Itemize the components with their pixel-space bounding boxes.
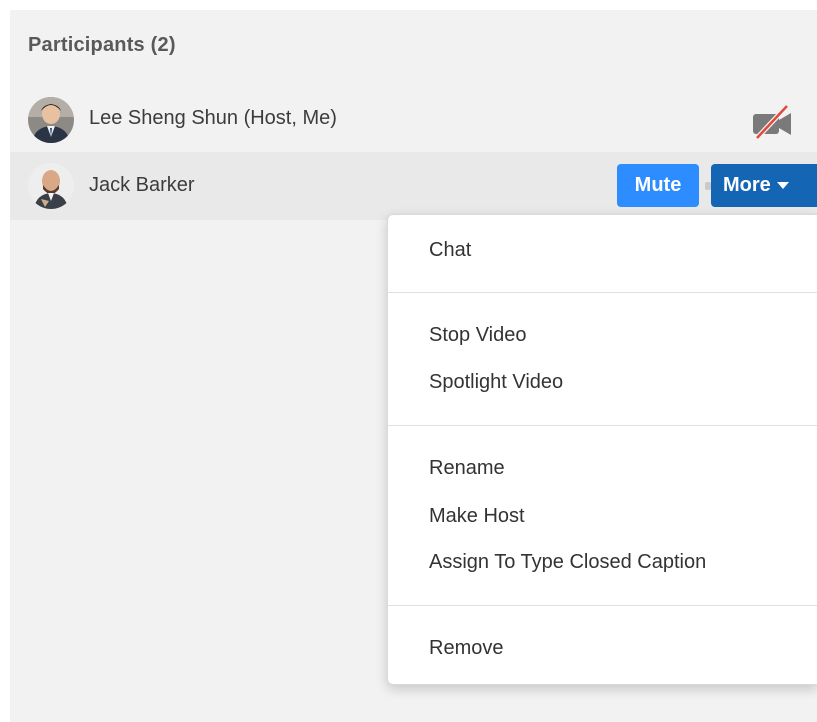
menu-item-rename[interactable]: Rename	[429, 457, 505, 480]
menu-item-make-host[interactable]: Make Host	[429, 505, 525, 528]
menu-divider	[388, 605, 817, 606]
participant-name: Lee Sheng Shun (Host, Me)	[89, 107, 337, 129]
menu-item-chat[interactable]: Chat	[429, 239, 471, 262]
menu-item-remove[interactable]: Remove	[429, 637, 503, 660]
more-button-label: More	[723, 174, 771, 196]
participant-name: Jack Barker	[89, 174, 195, 196]
menu-item-stop-video[interactable]: Stop Video	[429, 324, 527, 347]
caret-down-icon	[776, 182, 789, 190]
participant-row[interactable]: Lee Sheng Shun (Host, Me)	[10, 82, 817, 150]
more-dropdown-menu: Chat Stop Video Spotlight Video Rename M…	[387, 214, 817, 685]
mute-button[interactable]: Mute	[617, 164, 699, 207]
menu-divider	[388, 292, 817, 293]
avatar	[28, 163, 74, 209]
menu-item-spotlight-video[interactable]: Spotlight Video	[429, 371, 563, 394]
avatar	[28, 97, 74, 143]
video-off-icon	[749, 104, 795, 140]
panel-title: Participants (2)	[28, 34, 176, 56]
participant-row[interactable]: Jack Barker Mute More	[10, 152, 817, 220]
menu-item-assign-closed-caption[interactable]: Assign To Type Closed Caption	[429, 551, 706, 574]
menu-divider	[388, 425, 817, 426]
more-button[interactable]: More	[711, 164, 817, 207]
